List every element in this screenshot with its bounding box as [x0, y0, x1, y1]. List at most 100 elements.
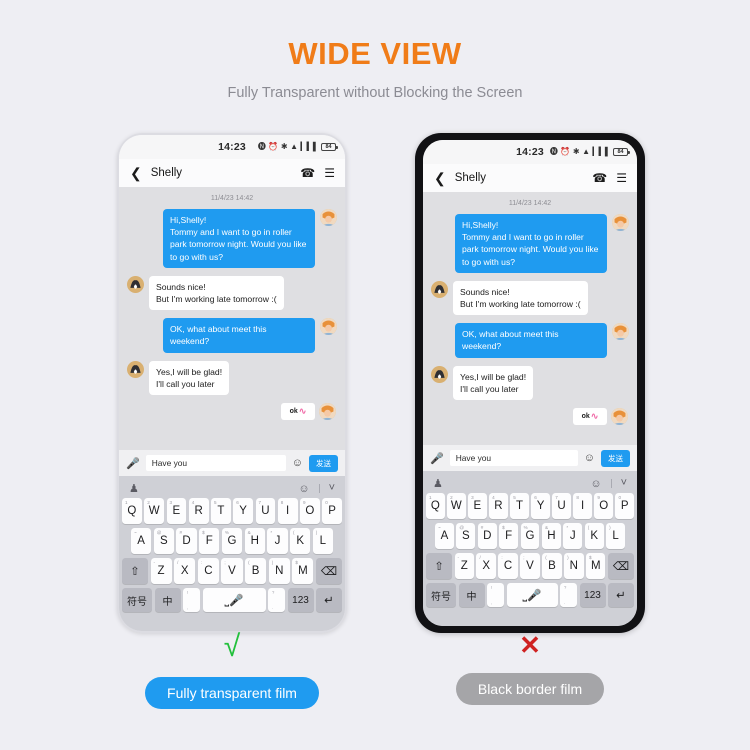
send-button[interactable]: 发送 — [309, 454, 338, 472]
chevron-down-icon[interactable]: ˅ — [621, 478, 627, 489]
hamburger-menu-icon[interactable]: ☰ — [324, 167, 335, 179]
key-n[interactable]: ) N — [268, 558, 290, 584]
key-h[interactable]: & H — [541, 523, 561, 549]
microphone-icon[interactable]: 🎤 — [126, 457, 140, 470]
key-j[interactable]: * J — [267, 528, 288, 554]
key-d[interactable]: # D — [477, 523, 497, 549]
enter-key[interactable]: ↵ — [316, 588, 342, 612]
key-o[interactable]: 9O — [594, 493, 613, 519]
key-y[interactable]: 6Y — [233, 498, 253, 524]
key-b[interactable]: (B — [542, 553, 562, 579]
comma-key[interactable]: !, — [487, 583, 504, 607]
key-u[interactable]: 7U — [552, 493, 571, 519]
backspace-key[interactable]: ⌫ — [607, 553, 634, 579]
shift-key[interactable]: ⇧ — [122, 558, 148, 584]
key-m[interactable]: $ M — [292, 558, 314, 584]
sticker-pack-icon[interactable]: ♟ — [433, 477, 443, 490]
key-j[interactable]: * J — [563, 523, 583, 549]
key-sup: 4 — [492, 494, 495, 500]
key-w[interactable]: 2W — [447, 493, 466, 519]
key-p[interactable]: 0P — [322, 498, 342, 524]
key-t[interactable]: 5T — [211, 498, 231, 524]
key-e[interactable]: 3E — [468, 493, 487, 519]
key-s[interactable]: @ S — [153, 528, 174, 554]
key-e[interactable]: 3E — [166, 498, 187, 524]
avatar — [431, 280, 448, 298]
comma-key[interactable]: !, — [183, 588, 200, 612]
key-i[interactable]: 8I — [573, 493, 592, 519]
numbers-key[interactable]: 123 — [287, 588, 314, 612]
key-z[interactable]: -Z — [150, 558, 172, 584]
numbers-key[interactable]: 123 — [579, 583, 606, 607]
key-y[interactable]: 6Y — [531, 493, 550, 519]
key-g[interactable]: % G — [221, 528, 243, 554]
key-t[interactable]: 5T — [510, 493, 529, 519]
key-q[interactable]: 1Q — [426, 493, 445, 519]
key-r[interactable]: 4R — [188, 498, 209, 524]
key-sup: $ — [502, 524, 505, 530]
key-z[interactable]: -Z — [454, 553, 474, 579]
product-comparison-page: WIDE VIEW Fully Transparent without Bloc… — [0, 0, 750, 750]
signal-icon: ▎▍▌ — [592, 147, 611, 156]
microphone-icon[interactable]: 🎤 — [430, 452, 444, 465]
key-v[interactable]: ; V — [221, 558, 243, 584]
period-key[interactable]: ?. — [560, 583, 577, 607]
key-k[interactable]: (K — [290, 528, 311, 554]
message-input[interactable]: Have you — [449, 450, 578, 466]
key-x[interactable]: / X — [174, 558, 196, 584]
key-u[interactable]: 7U — [255, 498, 276, 524]
ok-sticker-label: ok — [289, 408, 298, 416]
key-c[interactable]: :C — [498, 553, 518, 579]
emoji-smiley-icon[interactable]: ☺ — [584, 452, 595, 464]
key-c[interactable]: :C — [197, 558, 219, 584]
key-i[interactable]: 8I — [277, 498, 298, 524]
hamburger-menu-icon[interactable]: ☰ — [616, 172, 627, 184]
sticker-pack-icon[interactable]: ♟ — [129, 482, 139, 495]
backspace-key[interactable]: ⌫ — [315, 558, 342, 584]
chevron-left-icon[interactable]: ❮ — [130, 166, 142, 180]
key-o[interactable]: 9O — [300, 498, 320, 524]
symbol-key[interactable]: 符号 — [122, 588, 152, 612]
key-x[interactable]: / X — [476, 553, 496, 579]
emoji-smiley-icon[interactable]: ☺ — [590, 478, 601, 490]
key-r[interactable]: 4R — [489, 493, 508, 519]
emoji-smiley-icon[interactable]: ☺ — [298, 483, 309, 495]
key-sup: 1 — [429, 494, 432, 500]
key-b[interactable]: (B — [245, 558, 267, 584]
key-l[interactable]: ) L — [606, 523, 626, 549]
enter-key[interactable]: ↵ — [608, 583, 634, 607]
key-a[interactable]: ~ A — [131, 528, 152, 554]
chevron-down-icon[interactable]: ˅ — [329, 483, 335, 494]
key-k[interactable]: (K — [584, 523, 604, 549]
space-key[interactable]: ⎵🎤 — [202, 588, 266, 612]
key-v[interactable]: ; V — [520, 553, 540, 579]
key-f[interactable]: $ F — [499, 523, 519, 549]
key-w[interactable]: 2W — [144, 498, 164, 524]
key-l[interactable]: ) L — [312, 528, 333, 554]
key-g[interactable]: % G — [520, 523, 540, 549]
key-q[interactable]: 1Q — [122, 498, 142, 524]
key-label: L — [319, 535, 327, 547]
key-d[interactable]: # D — [176, 528, 197, 554]
key-a[interactable]: ~ A — [435, 523, 454, 549]
chevron-left-icon[interactable]: ❮ — [434, 171, 446, 185]
symbol-key[interactable]: 符号 — [426, 583, 456, 607]
message-input[interactable]: Have you — [145, 455, 286, 471]
language-key[interactable]: 中 — [154, 588, 181, 612]
period-key[interactable]: ?. — [268, 588, 285, 612]
key-n[interactable]: ) N — [564, 553, 584, 579]
key-s[interactable]: @ S — [456, 523, 476, 549]
key-label: W — [450, 500, 462, 512]
space-key[interactable]: ⎵🎤 — [506, 583, 558, 607]
send-button[interactable]: 发送 — [601, 449, 630, 467]
key-f[interactable]: $ F — [199, 528, 220, 554]
emoji-smiley-icon[interactable]: ☺ — [292, 457, 303, 469]
language-key[interactable]: 中 — [458, 583, 485, 607]
key-h[interactable]: & H — [244, 528, 265, 554]
phone-icon[interactable]: ☎ — [592, 172, 607, 184]
key-p[interactable]: 0P — [615, 493, 634, 519]
key-sup: # — [480, 524, 484, 530]
key-m[interactable]: $ M — [586, 553, 606, 579]
phone-icon[interactable]: ☎ — [300, 167, 315, 179]
shift-key[interactable]: ⇧ — [426, 553, 453, 579]
